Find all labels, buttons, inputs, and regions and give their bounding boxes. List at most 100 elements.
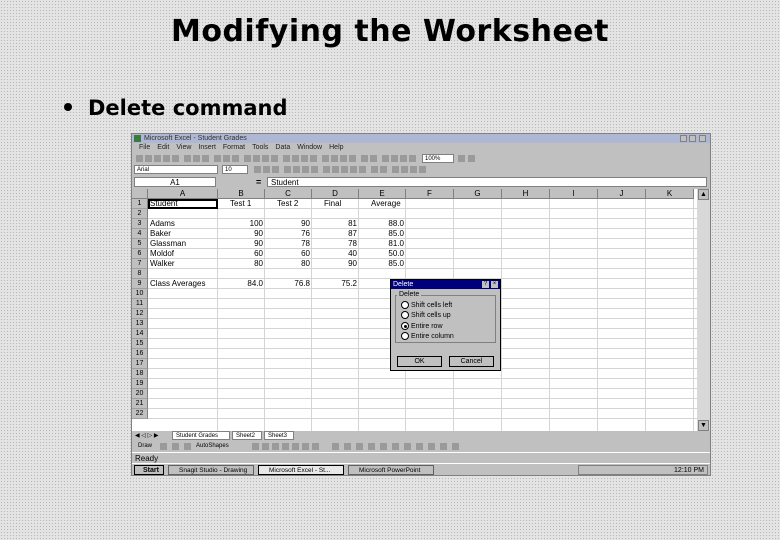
row-header-18[interactable]: 18 — [132, 369, 148, 379]
row-header-20[interactable]: 20 — [132, 389, 148, 399]
cell-e3[interactable]: 88.0 — [359, 219, 406, 229]
cell-a6[interactable]: Moldof — [148, 249, 218, 259]
taskbar-item-3[interactable]: Microsoft PowerPoint — [348, 465, 434, 475]
draw-tool-icon[interactable] — [452, 443, 459, 450]
toolbar-button-icon[interactable] — [136, 155, 143, 162]
cell-b5[interactable]: 90 — [218, 239, 265, 249]
menu-item-window[interactable]: Window — [297, 144, 322, 151]
cell-e5[interactable]: 81.0 — [359, 239, 406, 249]
format-button-icon[interactable] — [254, 166, 261, 173]
sheet-tab-1[interactable]: Student Grades — [172, 431, 230, 440]
toolbar-button-icon[interactable] — [301, 155, 308, 162]
cell-b9[interactable]: 84.0 — [218, 279, 265, 289]
cell-a5[interactable]: Glassman — [148, 239, 218, 249]
draw-tool-icon[interactable] — [368, 443, 375, 450]
cell-a3[interactable]: Adams — [148, 219, 218, 229]
draw-tool-icon[interactable] — [312, 443, 319, 450]
format-button-icon[interactable] — [359, 166, 366, 173]
excel-titlebar[interactable]: Microsoft Excel - Student Grades — [132, 134, 710, 143]
menu-item-view[interactable]: View — [176, 144, 191, 151]
cell-e7[interactable]: 85.0 — [359, 259, 406, 269]
row-header-19[interactable]: 19 — [132, 379, 148, 389]
maximize-icon[interactable] — [689, 135, 696, 142]
cell-a7[interactable]: Walker — [148, 259, 218, 269]
taskbar-item-1[interactable]: Snagit Studio - Drawing — [168, 465, 254, 475]
draw-tool-icon[interactable] — [172, 443, 179, 450]
autoshapes-menu[interactable]: AutoShapes — [196, 441, 229, 452]
sheet-tab-3[interactable]: Sheet3 — [264, 431, 294, 440]
font-name-box[interactable]: Arial — [134, 165, 218, 174]
toolbar-button-icon[interactable] — [214, 155, 221, 162]
menu-item-data[interactable]: Data — [275, 144, 290, 151]
radio-option-1[interactable]: Shift cells left — [401, 301, 452, 310]
scroll-up-icon[interactable]: ▲ — [698, 189, 709, 200]
draw-tool-icon[interactable] — [184, 443, 191, 450]
draw-tool-icon[interactable] — [282, 443, 289, 450]
cell-b3[interactable]: 100 — [218, 219, 265, 229]
cell-d7[interactable]: 90 — [312, 259, 359, 269]
menu-item-help[interactable]: Help — [329, 144, 343, 151]
radio-circle-icon[interactable] — [401, 301, 409, 309]
row-header-8[interactable]: 8 — [132, 269, 148, 279]
row-header-21[interactable]: 21 — [132, 399, 148, 409]
row-header-3[interactable]: 3 — [132, 219, 148, 229]
toolbar-button-icon[interactable] — [382, 155, 389, 162]
toolbar-button-icon[interactable] — [409, 155, 416, 162]
toolbar-button-icon[interactable] — [172, 155, 179, 162]
format-button-icon[interactable] — [284, 166, 291, 173]
row-header-9[interactable]: 9 — [132, 279, 148, 289]
dialog-close-icon[interactable]: × — [491, 281, 498, 288]
draw-tool-icon[interactable] — [344, 443, 351, 450]
toolbar-button-icon[interactable] — [253, 155, 260, 162]
draw-tool-icon[interactable] — [416, 443, 423, 450]
format-button-icon[interactable] — [419, 166, 426, 173]
toolbar-button-icon[interactable] — [310, 155, 317, 162]
row-header-13[interactable]: 13 — [132, 319, 148, 329]
toolbar-button-icon[interactable] — [154, 155, 161, 162]
format-button-icon[interactable] — [380, 166, 387, 173]
delete-dialog-titlebar[interactable]: Delete ? × — [391, 280, 500, 289]
row-header-22[interactable]: 22 — [132, 409, 148, 419]
toolbar-button-icon[interactable] — [340, 155, 347, 162]
cell-e4[interactable]: 85.0 — [359, 229, 406, 239]
cell-c1[interactable]: Test 2 — [265, 199, 312, 209]
toolbar-button-icon[interactable] — [223, 155, 230, 162]
cell-b4[interactable]: 90 — [218, 229, 265, 239]
toolbar-button-icon[interactable] — [400, 155, 407, 162]
format-button-icon[interactable] — [350, 166, 357, 173]
vertical-scrollbar[interactable]: ▲ ▼ — [697, 189, 710, 431]
column-header-c[interactable]: C — [265, 189, 312, 199]
column-header-g[interactable]: G — [454, 189, 502, 199]
cell-c5[interactable]: 78 — [265, 239, 312, 249]
radio-circle-icon[interactable] — [401, 311, 409, 319]
draw-tool-icon[interactable] — [428, 443, 435, 450]
format-button-icon[interactable] — [371, 166, 378, 173]
draw-tool-icon[interactable] — [252, 443, 259, 450]
start-button[interactable]: Start — [134, 465, 164, 475]
cell-d9[interactable]: 75.2 — [312, 279, 359, 289]
column-header-d[interactable]: D — [312, 189, 359, 199]
format-button-icon[interactable] — [332, 166, 339, 173]
zoom-box[interactable]: 100% — [422, 154, 454, 163]
radio-circle-icon[interactable] — [401, 322, 409, 330]
sheet-tab-2[interactable]: Sheet2 — [232, 431, 262, 440]
menu-item-tools[interactable]: Tools — [252, 144, 268, 151]
toolbar-button-icon[interactable] — [458, 155, 465, 162]
cell-d1[interactable]: Final — [312, 199, 359, 209]
column-header-e[interactable]: E — [359, 189, 406, 199]
format-button-icon[interactable] — [410, 166, 417, 173]
toolbar-button-icon[interactable] — [244, 155, 251, 162]
row-header-17[interactable]: 17 — [132, 359, 148, 369]
row-header-10[interactable]: 10 — [132, 289, 148, 299]
toolbar-button-icon[interactable] — [262, 155, 269, 162]
cell-c4[interactable]: 76 — [265, 229, 312, 239]
row-header-16[interactable]: 16 — [132, 349, 148, 359]
toolbar-button-icon[interactable] — [232, 155, 239, 162]
cell-d6[interactable]: 40 — [312, 249, 359, 259]
formula-equals-icon[interactable]: = — [256, 176, 261, 188]
draw-tool-icon[interactable] — [380, 443, 387, 450]
name-box[interactable]: A1 — [134, 177, 216, 187]
cell-c7[interactable]: 80 — [265, 259, 312, 269]
format-button-icon[interactable] — [311, 166, 318, 173]
cell-e1[interactable]: Average — [359, 199, 406, 209]
